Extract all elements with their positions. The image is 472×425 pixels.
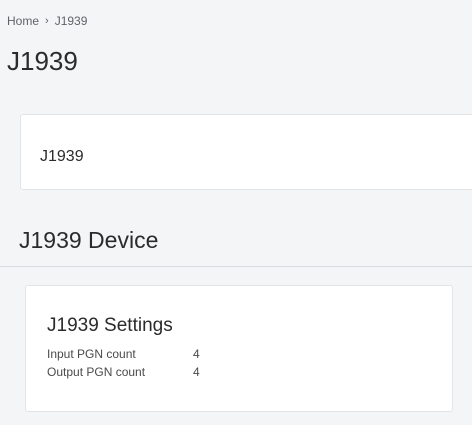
settings-row-value: 4 — [193, 347, 200, 361]
section-divider — [0, 266, 472, 267]
settings-card-title: J1939 Settings — [47, 315, 173, 336]
breadcrumb-current: J1939 — [54, 14, 88, 28]
breadcrumb: Home › J1939 — [7, 14, 87, 28]
page-title: J1939 — [7, 46, 78, 76]
settings-row-label: Input PGN count — [47, 347, 136, 361]
section-title: J1939 Device — [19, 227, 159, 253]
j1939-card: J1939 — [20, 114, 472, 190]
settings-row-label: Output PGN count — [47, 365, 146, 379]
breadcrumb-separator-icon: › — [45, 15, 49, 27]
j1939-card-label: J1939 — [40, 148, 84, 165]
settings-row-output-pgn-count: Output PGN count 4 — [47, 365, 200, 379]
breadcrumb-home-link[interactable]: Home — [7, 14, 39, 28]
j1939-settings-card: J1939 Settings Input PGN count 4 Output … — [25, 285, 453, 412]
settings-row-value: 4 — [193, 365, 200, 379]
settings-row-input-pgn-count: Input PGN count 4 — [47, 347, 200, 361]
